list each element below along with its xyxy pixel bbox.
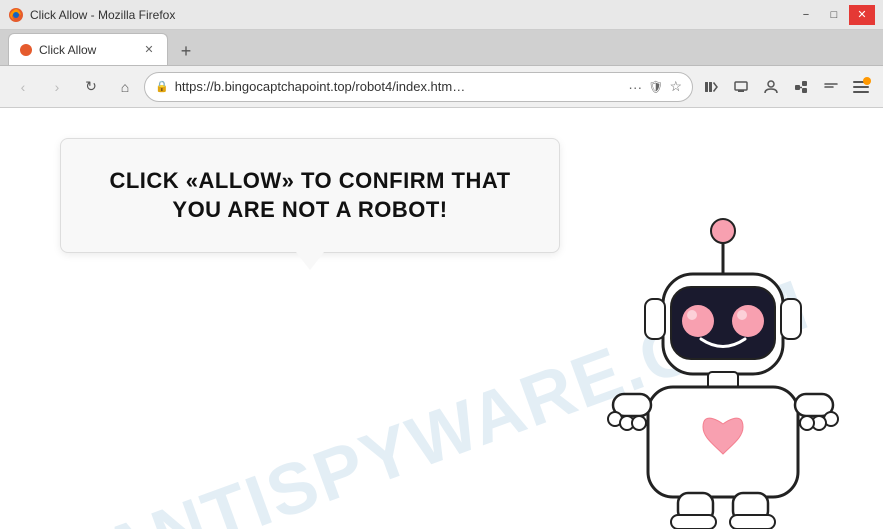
account-button[interactable] xyxy=(757,73,785,101)
synced-tabs-button[interactable] xyxy=(727,73,755,101)
menu-bar-2 xyxy=(853,86,869,88)
tab-favicon xyxy=(19,43,33,57)
page-content: MYANTISPYWARE.COM CLICK «ALLOW» TO CONFI… xyxy=(0,108,883,529)
maximize-button[interactable]: □ xyxy=(821,5,847,25)
tab-label: Click Allow xyxy=(39,43,135,57)
address-more-icon[interactable]: ··· xyxy=(628,79,642,95)
shields-icon: 🛡 xyxy=(648,80,663,94)
library-button[interactable] xyxy=(697,73,725,101)
tab-bar: Click Allow ✕ + xyxy=(0,30,883,66)
new-tab-button[interactable]: + xyxy=(172,37,200,65)
forward-button[interactable]: › xyxy=(42,72,72,102)
menu-button[interactable] xyxy=(847,73,875,101)
message-box: CLICK «ALLOW» TO CONFIRM THAT YOU ARE NO… xyxy=(60,138,560,253)
minimize-button[interactable]: − xyxy=(793,5,819,25)
url-input[interactable] xyxy=(175,79,623,94)
robot-illustration xyxy=(583,209,863,529)
firefox-icon xyxy=(8,7,24,23)
extensions-button[interactable] xyxy=(787,73,815,101)
title-bar-controls[interactable]: − □ ✕ xyxy=(793,5,875,25)
menu-bar-3 xyxy=(853,91,869,93)
title-bar-text: Click Allow - Mozilla Firefox xyxy=(30,8,175,22)
bookmark-icon[interactable]: ☆ xyxy=(669,78,682,95)
security-icon: 🔒 xyxy=(155,80,169,93)
nav-right-buttons xyxy=(697,73,875,101)
captcha-message: CLICK «ALLOW» TO CONFIRM THAT YOU ARE NO… xyxy=(93,167,527,224)
close-button[interactable]: ✕ xyxy=(849,5,875,25)
reload-button[interactable]: ↻ xyxy=(76,72,106,102)
back-button[interactable]: ‹ xyxy=(8,72,38,102)
robot-svg xyxy=(583,209,863,529)
title-bar-left: Click Allow - Mozilla Firefox xyxy=(8,7,175,23)
tab-close-button[interactable]: ✕ xyxy=(141,42,157,58)
home-button[interactable]: ⌂ xyxy=(110,72,140,102)
nav-bar: ‹ › ↻ ⌂ 🔒 ··· 🛡 ☆ xyxy=(0,66,883,108)
active-tab[interactable]: Click Allow ✕ xyxy=(8,33,168,65)
more-tools-button[interactable] xyxy=(817,73,845,101)
address-bar[interactable]: 🔒 ··· 🛡 ☆ xyxy=(144,72,693,102)
menu-badge xyxy=(863,77,871,85)
title-bar: Click Allow - Mozilla Firefox − □ ✕ xyxy=(0,0,883,30)
